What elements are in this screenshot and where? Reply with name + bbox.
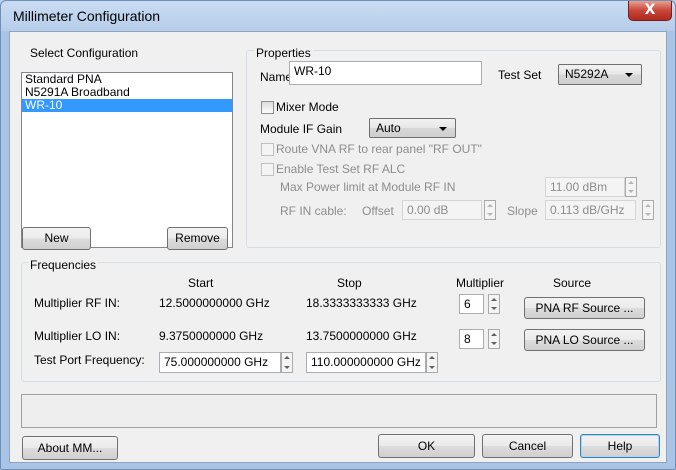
rf-in-cable-label: RF IN cable: — [280, 204, 347, 218]
rf-in-start-value: 12.5000000000 GHz — [159, 296, 270, 310]
route-rf-out-label: Route VNA RF to rear panel "RF OUT" — [276, 142, 482, 156]
route-rf-out-checkbox[interactable] — [261, 143, 274, 156]
spin-down-icon — [645, 213, 651, 216]
status-panel — [21, 394, 657, 428]
mixer-mode-checkbox[interactable] — [261, 101, 274, 114]
rf-in-multiplier-spinner[interactable] — [488, 294, 500, 314]
spin-up-icon — [645, 204, 651, 207]
chevron-down-icon — [439, 127, 447, 131]
chevron-down-icon — [625, 73, 633, 77]
window-title: Millimeter Configuration — [13, 8, 161, 24]
select-configuration-heading: Select Configuration — [30, 46, 139, 60]
offset-label: Offset — [362, 204, 394, 218]
test-set-dropdown[interactable]: N5292A — [558, 64, 642, 85]
configuration-list[interactable]: Standard PNA N5291A Broadband WR-10 — [21, 72, 233, 248]
spin-down-icon — [491, 342, 497, 345]
enable-test-set-alc-label: Enable Test Set RF ALC — [276, 162, 406, 176]
module-if-gain-dropdown[interactable]: Auto — [369, 118, 456, 138]
spin-down-icon — [284, 366, 290, 369]
frequencies-heading: Frequencies — [28, 258, 99, 272]
multiplier-rf-in-label: Multiplier RF IN: — [34, 296, 121, 310]
about-mm-button[interactable]: About MM... — [22, 436, 118, 460]
pna-rf-source-button[interactable]: PNA RF Source ... — [524, 297, 645, 319]
test-port-stop-input[interactable]: 110.000000000 GHz — [306, 352, 426, 373]
lo-in-multiplier-input[interactable]: 8 — [459, 329, 484, 349]
spin-up-icon — [284, 356, 290, 359]
title-bar[interactable]: Millimeter Configuration X — [1, 1, 675, 31]
lo-in-start-value: 9.3750000000 GHz — [159, 329, 264, 343]
new-button[interactable]: New — [22, 227, 91, 250]
slope-label: Slope — [507, 204, 538, 218]
test-port-stop-spinner[interactable] — [426, 352, 438, 373]
lo-in-multiplier-spinner[interactable] — [488, 329, 500, 349]
max-power-input[interactable]: 11.00 dBm — [545, 177, 625, 197]
rf-in-multiplier-input[interactable]: 6 — [459, 294, 484, 314]
column-stop: Stop — [337, 276, 362, 290]
help-button[interactable]: Help — [580, 434, 660, 458]
pna-lo-source-button[interactable]: PNA LO Source ... — [524, 329, 645, 351]
remove-button[interactable]: Remove — [167, 227, 228, 250]
spin-up-icon — [491, 298, 497, 301]
configuration-item-wr-10[interactable]: WR-10 — [22, 99, 232, 112]
ok-button[interactable]: OK — [378, 434, 475, 458]
column-start: Start — [188, 276, 214, 290]
offset-spinner[interactable] — [484, 200, 496, 220]
properties-heading: Properties — [254, 46, 313, 60]
name-label: Name — [260, 70, 293, 84]
max-power-label: Max Power limit at Module RF IN — [280, 180, 456, 194]
spin-down-icon — [429, 366, 435, 369]
test-set-label: Test Set — [498, 68, 542, 82]
close-icon: X — [644, 2, 656, 18]
slope-input[interactable]: 0.113 dB/GHz — [545, 200, 636, 220]
close-button[interactable]: X — [628, 1, 672, 21]
test-set-value: N5292A — [565, 67, 609, 81]
module-if-gain-value: Auto — [376, 121, 401, 135]
enable-test-set-alc-checkbox[interactable] — [261, 163, 274, 176]
slope-spinner[interactable] — [642, 200, 654, 220]
mixer-mode-label: Mixer Mode — [276, 100, 339, 114]
spin-down-icon — [487, 213, 493, 216]
millimeter-configuration-window: Millimeter Configuration X Select Config… — [0, 0, 676, 470]
module-if-gain-label: Module IF Gain — [260, 122, 343, 136]
multiplier-lo-in-label: Multiplier LO IN: — [34, 329, 121, 343]
test-port-start-input[interactable]: 75.000000000 GHz — [159, 352, 281, 373]
offset-input[interactable]: 0.00 dB — [402, 200, 482, 220]
name-input[interactable]: WR-10 — [289, 61, 482, 85]
spin-up-icon — [628, 181, 634, 184]
rf-in-stop-value: 18.3333333333 GHz — [306, 296, 417, 310]
spin-up-icon — [429, 356, 435, 359]
spin-down-icon — [628, 190, 634, 193]
spin-down-icon — [491, 307, 497, 310]
column-source: Source — [553, 276, 592, 290]
column-multiplier: Multiplier — [456, 276, 505, 290]
spin-up-icon — [491, 333, 497, 336]
dialog-client-area: Select Configuration Standard PNA N5291A… — [9, 31, 667, 463]
cancel-button[interactable]: Cancel — [482, 434, 573, 458]
lo-in-stop-value: 13.7500000000 GHz — [306, 329, 417, 343]
max-power-spinner[interactable] — [625, 177, 637, 197]
spin-up-icon — [487, 204, 493, 207]
test-port-frequency-label: Test Port Frequency: — [34, 353, 145, 367]
test-port-start-spinner[interactable] — [281, 352, 293, 373]
